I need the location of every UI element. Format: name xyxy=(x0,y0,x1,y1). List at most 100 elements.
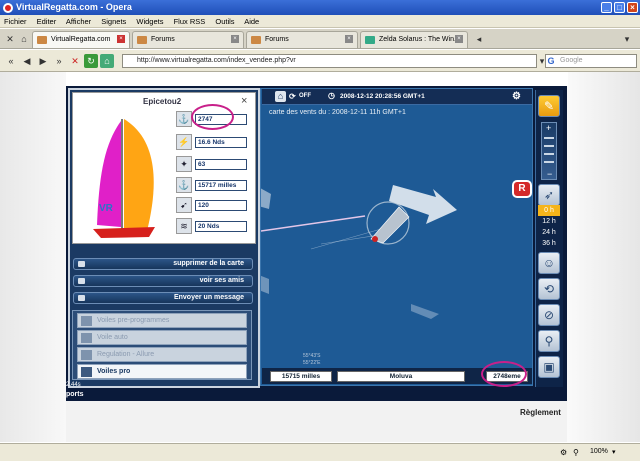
tab-zelda[interactable]: Zelda Solarus : The Win... × xyxy=(360,31,468,48)
camera-icon[interactable]: ▣ xyxy=(538,356,560,378)
ports-link[interactable]: ports xyxy=(66,391,84,398)
address-input[interactable]: http://www.virtualregatta.com/index_vend… xyxy=(122,54,537,68)
wind-time-12[interactable]: 12 h xyxy=(538,216,560,227)
game-header-strip xyxy=(66,72,568,86)
settings-gear-icon[interactable]: ⚙ xyxy=(512,91,521,102)
wind-dir-icon: ➹ xyxy=(176,197,192,213)
stat-value: 120 xyxy=(195,200,247,211)
home-map-icon[interactable]: ⌂ xyxy=(275,91,286,102)
close-tab-icon[interactable]: × xyxy=(455,35,463,43)
distance-remaining: 15715 milles xyxy=(270,371,332,382)
button-label: Envoyer un message xyxy=(173,294,244,301)
tab-forums-2[interactable]: Forums × xyxy=(246,31,358,48)
stat-wind-direction: ➹ 120 xyxy=(176,197,248,213)
sail-option-regulation[interactable]: Regulation - Allure xyxy=(77,347,247,362)
back-icon[interactable]: ◀ xyxy=(20,54,34,68)
wind-map[interactable]: 55°43'S 55°22'E carte des vents du : 200… xyxy=(260,88,533,386)
remove-from-map-button[interactable]: supprimer de la carte xyxy=(73,258,253,270)
navigation-bar: « ◀ ▶ » ✕ ↻ ⌂ http://www.virtualregatta.… xyxy=(0,50,640,72)
wind-time-0[interactable]: 0 h xyxy=(538,205,560,216)
player-name: Epicetou2 xyxy=(143,97,182,106)
sail-option-preprogrammed[interactable]: Voiles pre-programmes xyxy=(77,313,247,328)
maximize-icon[interactable]: □ xyxy=(614,2,625,13)
google-search-icon[interactable]: G xyxy=(546,54,556,68)
close-window-icon[interactable]: × xyxy=(627,2,638,13)
menu-item-widgets[interactable]: Widgets xyxy=(136,17,163,26)
tab-favicon-icon xyxy=(251,36,261,44)
zoom-in-icon[interactable]: + xyxy=(546,123,551,133)
menu-item-view[interactable]: Afficher xyxy=(66,17,91,26)
stat-heading: ✦ 63 xyxy=(176,156,248,172)
fast-forward-icon[interactable]: » xyxy=(52,54,66,68)
home-page-icon[interactable]: ⌂ xyxy=(100,54,114,68)
autopilot-status[interactable]: OFF xyxy=(299,93,311,99)
forward-icon[interactable]: ▶ xyxy=(36,54,50,68)
tab-bar: ✕ ⌂ VirtualRegatta.com × Forums × Forums… xyxy=(0,29,640,49)
sail-option-auto[interactable]: Voile auto xyxy=(77,330,247,345)
map-graphics: 55°43'S 55°22'E xyxy=(261,185,457,366)
zoom-icon[interactable]: ⚲ xyxy=(573,448,579,457)
refresh-icon[interactable]: ⟳ xyxy=(289,92,296,101)
minimize-icon[interactable]: _ xyxy=(601,2,612,13)
reload-icon[interactable]: ↻ xyxy=(84,54,98,68)
sail-option-pro[interactable]: Voiles pro xyxy=(77,364,247,379)
rank-highlight-circle xyxy=(191,104,234,130)
zoom-level[interactable]: 100% xyxy=(590,448,608,455)
zone-name: Moluva xyxy=(337,371,465,382)
tab-menu-icon[interactable]: ▾ xyxy=(620,32,634,46)
view-friends-button[interactable]: voir ses amis xyxy=(73,275,253,287)
tab-forums-1[interactable]: Forums × xyxy=(132,31,244,48)
search-map-icon[interactable]: ⚲ xyxy=(538,330,560,352)
wind-time-24[interactable]: 24 h xyxy=(538,227,560,238)
clock-icon: ◷ xyxy=(328,91,335,100)
remove-icon xyxy=(78,261,85,267)
stop-icon[interactable]: ✕ xyxy=(68,54,82,68)
menu-item-help[interactable]: Aide xyxy=(244,17,259,26)
rules-link[interactable]: Règlement xyxy=(520,408,561,417)
stat-value: 15717 milles xyxy=(195,180,247,191)
zoom-tick xyxy=(544,137,554,139)
wind-time-selector[interactable]: 0 h 12 h 24 h 36 h xyxy=(538,205,560,249)
players-icon[interactable]: ☺ xyxy=(538,252,560,274)
wind-speed-icon: ≋ xyxy=(176,218,192,234)
close-tab-icon[interactable]: × xyxy=(117,35,125,43)
send-message-button[interactable]: Envoyer un message xyxy=(73,292,253,304)
tab-scroll-icon[interactable]: ◂ xyxy=(472,32,486,46)
coord-lon: 55°22'E xyxy=(303,360,321,366)
zoom-out-icon[interactable]: − xyxy=(547,169,552,179)
boat-sail-icon: VR xyxy=(93,119,155,238)
mail-icon xyxy=(78,295,85,301)
left-page-margin xyxy=(0,72,66,442)
zoom-tick xyxy=(544,161,554,163)
home-icon[interactable]: ⌂ xyxy=(17,32,31,46)
tab-virtualregatta[interactable]: VirtualRegatta.com × xyxy=(32,31,130,48)
tools-icon[interactable]: ✕ xyxy=(3,32,17,46)
zoom-slider[interactable]: + − xyxy=(541,122,557,180)
stat-value: 63 xyxy=(195,159,247,170)
sail-option-icon xyxy=(81,333,92,343)
wind-time-36[interactable]: 36 h xyxy=(538,238,560,249)
fast-back-icon[interactable]: « xyxy=(4,54,18,68)
zoom-dropdown-icon[interactable]: ▾ xyxy=(612,448,616,456)
close-tab-icon[interactable]: × xyxy=(231,35,239,43)
wind-arrow-icon xyxy=(261,275,269,294)
vr-logo-icon: R xyxy=(512,180,532,198)
stat-speed: ⚡ 16.6 Nds xyxy=(176,134,248,150)
menu-item-feeds[interactable]: Flux RSS xyxy=(174,17,206,26)
close-card-icon[interactable]: × xyxy=(241,95,247,107)
no-entry-icon[interactable]: ⊘ xyxy=(538,304,560,326)
close-tab-icon[interactable]: × xyxy=(345,35,353,43)
button-label: supprimer de la carte xyxy=(173,260,244,267)
menu-item-bookmarks[interactable]: Signets xyxy=(101,17,126,26)
menu-item-file[interactable]: Fichier xyxy=(4,17,27,26)
menu-item-edit[interactable]: Editer xyxy=(37,17,57,26)
status-settings-icon[interactable]: ⚙ xyxy=(560,448,567,457)
speed-icon: ⚡ xyxy=(176,134,192,150)
wind-layer-icon[interactable]: ➶ xyxy=(538,184,560,206)
search-input[interactable]: Google xyxy=(545,54,637,68)
menu-item-tools[interactable]: Outils xyxy=(215,17,234,26)
route-tool-icon[interactable]: ⟲ xyxy=(538,278,560,300)
game-topbar: ⌂ ⟳ OFF ◷ 2008-12-12 20:28:56 GMT+1 ⚙ xyxy=(262,89,532,105)
tab-favicon-icon xyxy=(137,36,147,44)
compose-tool-icon[interactable]: ✎ xyxy=(538,95,560,117)
